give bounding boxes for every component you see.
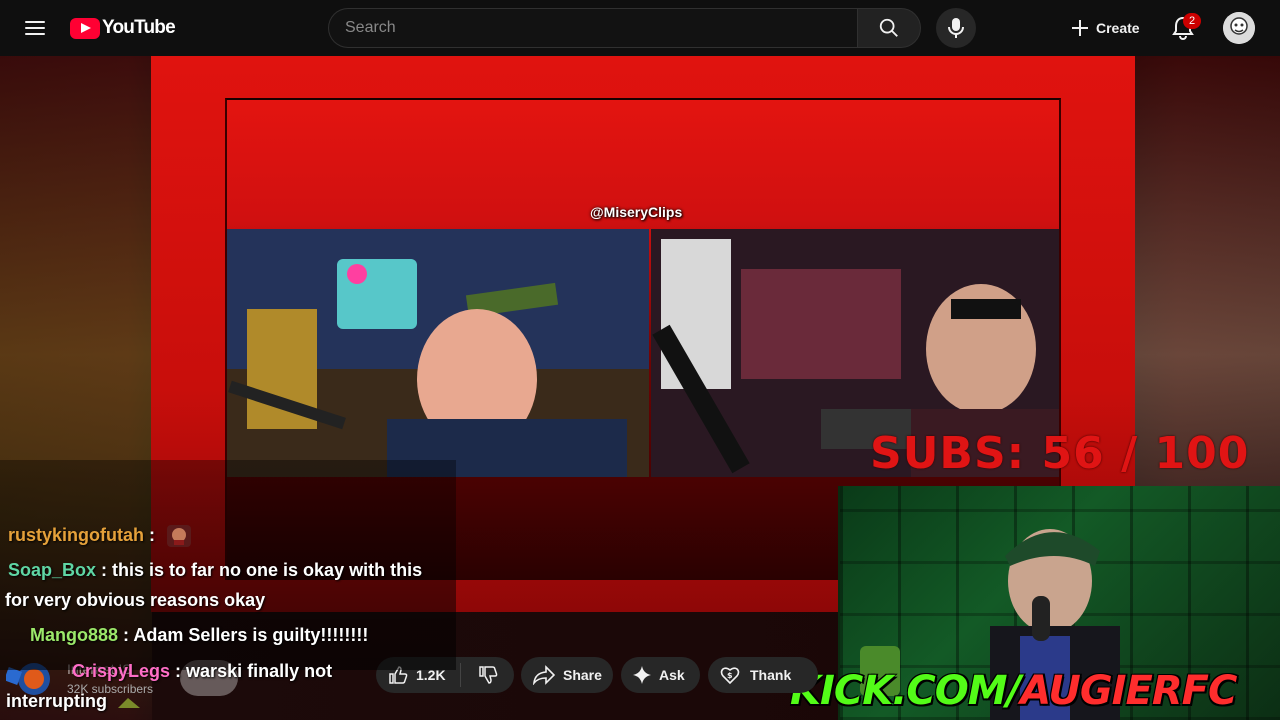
sparkle-icon <box>633 666 651 684</box>
account-avatar[interactable] <box>1223 12 1255 44</box>
search-input[interactable] <box>329 9 858 47</box>
voice-search-button[interactable] <box>936 8 976 48</box>
notification-badge: 2 <box>1183 13 1201 29</box>
chat-text: interrupting <box>6 691 107 711</box>
microphone-icon <box>948 18 964 38</box>
chat-separator: : <box>170 661 187 681</box>
youtube-play-icon <box>70 17 100 39</box>
chat-message-continued: for very obvious reasons okay <box>5 590 265 611</box>
kick-banner-text: KICK.COM/AUGIERFC <box>790 668 1237 714</box>
svg-text:$: $ <box>727 671 733 680</box>
chat-text: Adam Sellers is guilty!!!!!!!! <box>133 625 369 645</box>
share-label: Share <box>563 667 602 683</box>
chat-message: Soap_Box : this is to far no one is okay… <box>8 560 422 581</box>
chat-separator: : <box>144 524 156 545</box>
chat-username: CrispyLegs <box>72 661 171 681</box>
avatar-icon <box>1223 12 1255 44</box>
thanks-button[interactable]: $ Thank <box>708 657 818 693</box>
menu-icon[interactable] <box>20 16 50 40</box>
search-button[interactable] <box>857 8 921 48</box>
masthead: YouTube Create 2 <box>0 0 1280 56</box>
search-icon <box>879 18 898 37</box>
guest-left-scene <box>227 229 649 477</box>
chat-separator: : <box>118 625 134 645</box>
search-box <box>328 8 858 48</box>
chat-message: rustykingofutah : <box>8 524 192 548</box>
ask-label: Ask <box>659 667 685 683</box>
thanks-heart-icon: $ <box>720 667 740 685</box>
chat-separator: : <box>96 560 113 580</box>
chat-message: CrispyLegs : warski finally not <box>72 661 332 682</box>
kick-channel-banner: KICK.COM/AUGIERFC <box>790 664 1270 720</box>
chat-text: warski finally not <box>186 661 333 681</box>
dislike-button[interactable] <box>461 665 514 685</box>
ask-button[interactable]: Ask <box>621 657 700 693</box>
chat-username: Mango888 <box>30 625 119 645</box>
notifications-button[interactable]: 2 <box>1163 8 1203 48</box>
kick-username: AUGIERFC <box>1020 668 1237 714</box>
chat-message: Mango888 : Adam Sellers is guilty!!!!!!!… <box>30 625 368 646</box>
clip-watermark: @MiseryClips <box>590 204 683 220</box>
share-button[interactable]: Share <box>521 657 613 693</box>
subscriber-goal-counter: SUBS: 56 / 100 <box>870 428 1250 479</box>
chat-text: for very obvious reasons okay <box>5 590 266 610</box>
thumbs-down-icon <box>478 666 497 684</box>
emote-icon <box>167 525 192 547</box>
logo-text: YouTube <box>102 17 176 38</box>
chat-text: this is to far no one is okay with this <box>112 560 423 580</box>
chat-message-continued: interrupting <box>6 691 142 712</box>
plus-icon <box>1072 20 1088 36</box>
share-icon <box>533 665 555 685</box>
emote-icon <box>118 698 141 709</box>
thanks-label: Thank <box>750 667 792 683</box>
youtube-logo[interactable]: YouTube <box>70 15 176 41</box>
create-button[interactable]: Create <box>1062 8 1152 48</box>
chat-username: Soap_Box <box>8 560 97 580</box>
guest-camera-left <box>227 229 649 477</box>
chat-username: rustykingofutah <box>8 524 145 545</box>
create-label: Create <box>1096 20 1140 36</box>
